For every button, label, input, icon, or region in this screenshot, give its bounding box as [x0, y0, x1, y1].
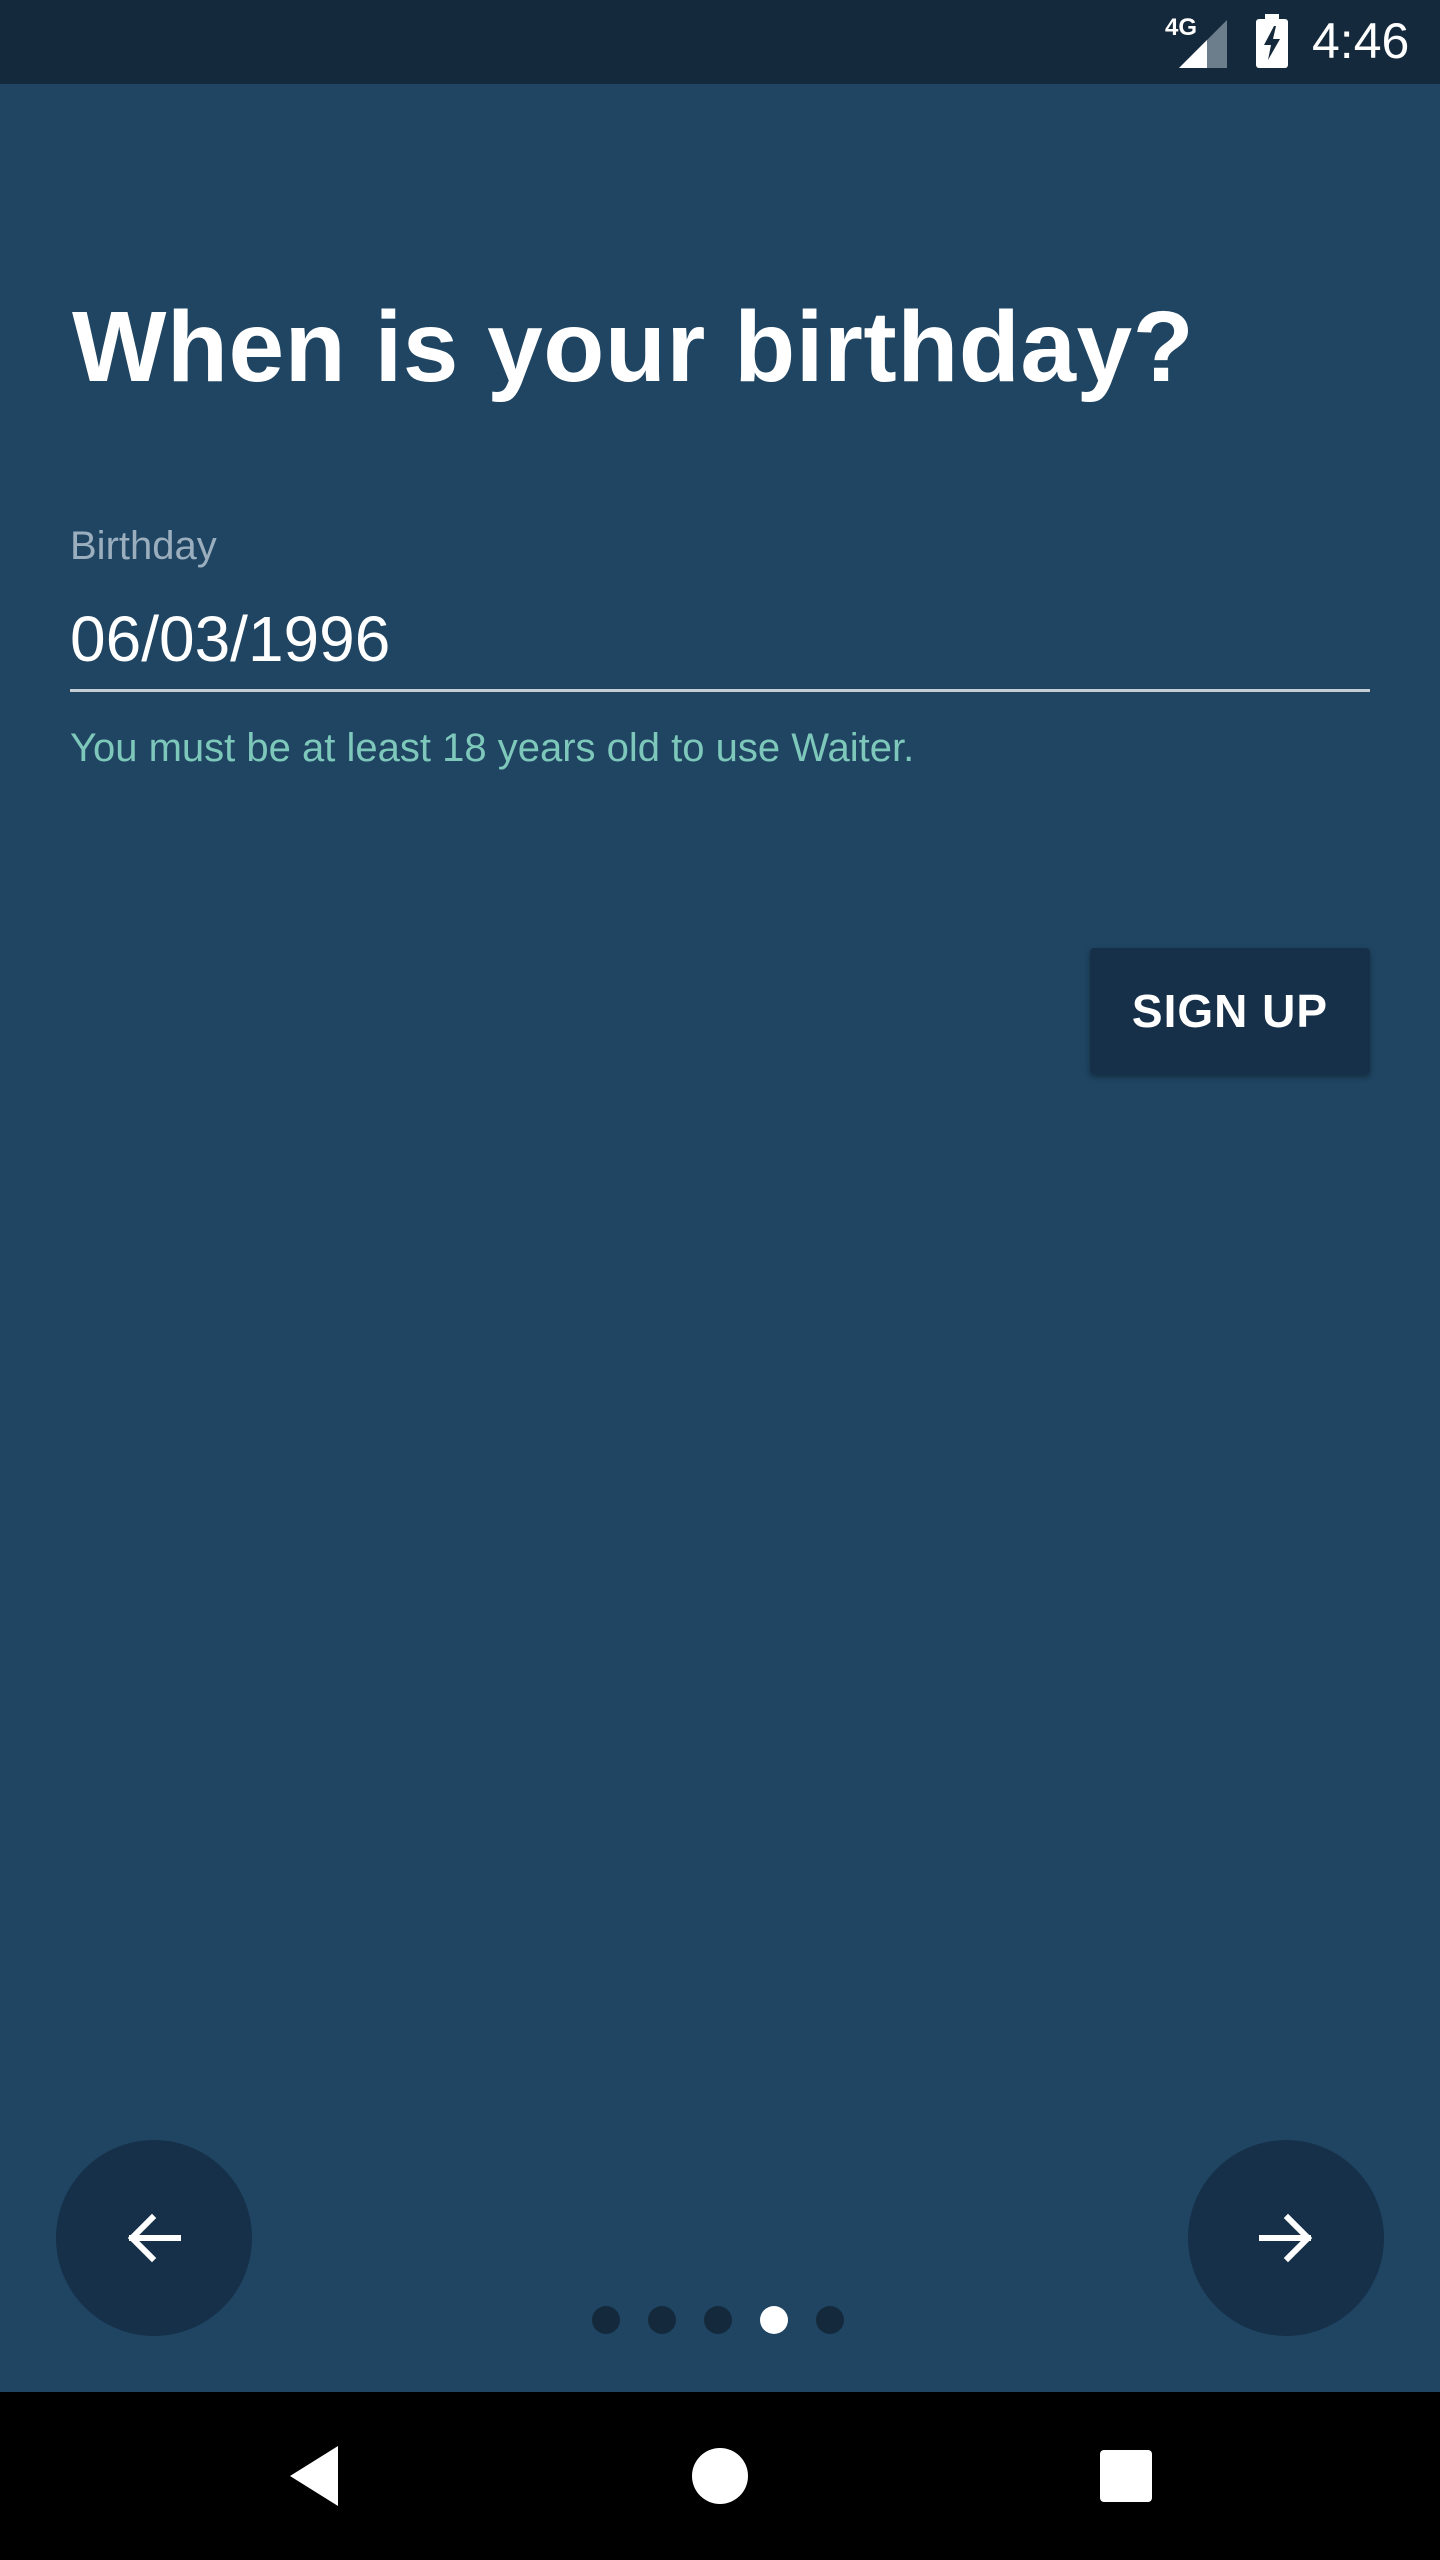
system-back-button[interactable]: [246, 2392, 386, 2560]
page-dot: [816, 2306, 844, 2334]
triangle-back-icon: [290, 2446, 338, 2506]
page-indicator: [592, 2306, 852, 2336]
birthday-field-underline: [70, 689, 1370, 692]
system-home-button[interactable]: [650, 2392, 790, 2560]
system-navigation-bar: [0, 2392, 1440, 2560]
sign-up-button[interactable]: SIGN UP: [1090, 948, 1370, 1074]
page-title: When is your birthday?: [72, 291, 1195, 403]
birthday-input[interactable]: [70, 602, 1270, 676]
page-dot-active: [760, 2306, 788, 2334]
clock: 4:46: [1312, 13, 1410, 69]
signal-icon: [1179, 20, 1227, 68]
system-recents-button[interactable]: [1056, 2392, 1196, 2560]
next-step-button[interactable]: [1188, 2140, 1384, 2336]
circle-home-icon: [692, 2448, 748, 2504]
square-recents-icon: [1100, 2450, 1152, 2502]
status-bar: 4G 4:46: [0, 0, 1440, 84]
page-dot: [592, 2306, 620, 2334]
birthday-field-label: Birthday: [70, 524, 217, 568]
birthday-helper-text: You must be at least 18 years old to use…: [70, 726, 915, 770]
arrow-left-icon: [127, 2213, 181, 2263]
arrow-right-icon: [1259, 2213, 1313, 2263]
page-dot: [704, 2306, 732, 2334]
previous-step-button[interactable]: [56, 2140, 252, 2336]
battery-charging-icon: [1256, 14, 1288, 68]
page-dot: [648, 2306, 676, 2334]
